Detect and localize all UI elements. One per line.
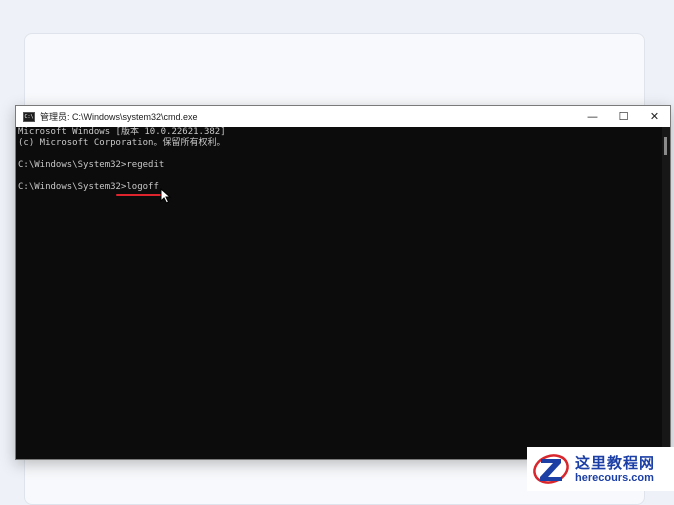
- minimize-button[interactable]: —: [577, 106, 608, 127]
- console-output[interactable]: Microsoft Windows [版本 10.0.22621.382] (c…: [18, 127, 662, 457]
- window-controls: — ☐ ✕: [577, 106, 670, 127]
- cmd-window[interactable]: C:\ 管理员: C:\Windows\system32\cmd.exe — ☐…: [15, 105, 671, 460]
- title-bar[interactable]: C:\ 管理员: C:\Windows\system32\cmd.exe — ☐…: [16, 106, 670, 127]
- vertical-scrollbar[interactable]: [662, 127, 670, 459]
- console-line: C:\Windows\System32>regedit: [18, 160, 165, 170]
- watermark-name: 这里教程网: [575, 453, 656, 472]
- console-line: Microsoft Windows [版本 10.0.22621.382]: [18, 127, 226, 137]
- watermark-logo-icon: [533, 454, 569, 484]
- watermark-url: herecours.com: [575, 471, 654, 484]
- window-title: 管理员: C:\Windows\system32\cmd.exe: [40, 112, 198, 122]
- console-line-current: C:\Windows\System32>logoff: [18, 182, 159, 192]
- watermark: 这里教程网 herecours.com: [527, 447, 674, 491]
- close-button[interactable]: ✕: [639, 106, 670, 127]
- maximize-button[interactable]: ☐: [608, 106, 639, 127]
- scrollbar-thumb[interactable]: [664, 137, 667, 155]
- mouse-cursor-icon: [160, 188, 172, 204]
- red-underline-annotation: [116, 194, 162, 196]
- console-line: (c) Microsoft Corporation。保留所有权利。: [18, 138, 226, 148]
- cmd-icon: C:\: [23, 111, 35, 122]
